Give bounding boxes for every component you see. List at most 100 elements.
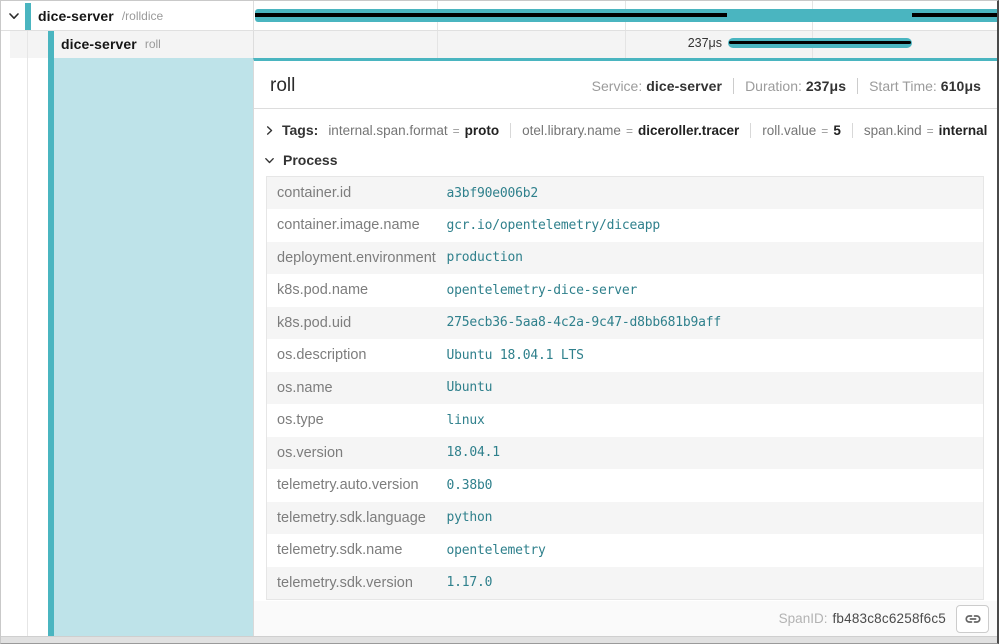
meta-value: dice-server bbox=[646, 78, 722, 94]
span-color-stripe-roll bbox=[48, 30, 54, 636]
process-key: k8s.pod.uid bbox=[267, 307, 447, 340]
span-color-stripe-rolldice bbox=[25, 3, 31, 30]
chevron-down-icon[interactable] bbox=[264, 155, 275, 166]
process-key: telemetry.sdk.name bbox=[267, 534, 447, 567]
process-table-row: telemetry.sdk.version 1.17.0 bbox=[267, 567, 984, 600]
meta-item: Duration:237μs bbox=[733, 78, 846, 94]
tag-value: 5 bbox=[833, 123, 841, 138]
span-row-roll[interactable]: dice-server roll bbox=[1, 30, 253, 58]
process-key: telemetry.auto.version bbox=[267, 469, 447, 502]
meta-item: Start Time:610μs bbox=[857, 78, 981, 94]
tag-item: otel.library.name = diceroller.tracer bbox=[510, 123, 739, 138]
span-title: roll bbox=[270, 75, 295, 97]
chevron-down-icon[interactable] bbox=[8, 10, 20, 22]
process-value: 0.38b0 bbox=[447, 469, 984, 502]
process-table-row: os.description Ubuntu 18.04.1 LTS bbox=[267, 339, 984, 372]
process-table-row: os.type linux bbox=[267, 404, 984, 437]
span-service-name[interactable]: dice-server bbox=[38, 8, 114, 24]
tag-key: span.kind bbox=[864, 123, 922, 138]
process-value: opentelemetry bbox=[447, 534, 984, 567]
process-table-row: deployment.environment production bbox=[267, 242, 984, 275]
selected-span-subtree-shading bbox=[54, 58, 253, 636]
chevron-right-icon[interactable] bbox=[264, 125, 275, 136]
process-value: 1.17.0 bbox=[447, 567, 984, 600]
span-operation-name: /rolldice bbox=[122, 9, 163, 23]
process-key: os.type bbox=[267, 404, 447, 437]
span-bar-roll[interactable] bbox=[728, 38, 912, 48]
tags-list: internal.span.format = proto otel.library.… bbox=[328, 123, 987, 138]
trace-detail-window: dice-server /rolldice dice-server roll 2… bbox=[0, 0, 999, 644]
meta-value: 237μs bbox=[806, 78, 846, 94]
process-attributes-table: container.id a3bf90e006b2 container.imag… bbox=[266, 176, 984, 600]
process-table-row: container.image.name gcr.io/opentelemetr… bbox=[267, 209, 984, 242]
process-table-row: os.version 18.04.1 bbox=[267, 437, 984, 470]
process-value: 275ecb36-5aa8-4c2a-9c47-d8bb681b9aff bbox=[447, 307, 984, 340]
span-detail-panel: roll Service:dice-server Duration:237μs … bbox=[253, 58, 997, 636]
tag-value: internal bbox=[939, 123, 988, 138]
span-service-name[interactable]: dice-server bbox=[61, 36, 137, 52]
span-operation-name: roll bbox=[145, 37, 161, 51]
critical-path-segment bbox=[255, 13, 727, 17]
process-table-row: k8s.pod.name opentelemetry-dice-server bbox=[267, 274, 984, 307]
meta-label: Duration: bbox=[745, 78, 802, 94]
row-separator bbox=[1, 30, 997, 31]
critical-path-segment bbox=[912, 13, 997, 17]
tag-value: proto bbox=[465, 123, 500, 138]
span-detail-footer: SpanID: fb483c8c6258f6c5 bbox=[254, 601, 997, 636]
process-table-row: container.id a3bf90e006b2 bbox=[267, 177, 984, 210]
process-value: a3bf90e006b2 bbox=[447, 177, 984, 210]
tag-key: otel.library.name bbox=[522, 123, 621, 138]
span-bar-rolldice[interactable] bbox=[255, 9, 997, 22]
meta-label: Service: bbox=[592, 78, 643, 94]
meta-value: 610μs bbox=[941, 78, 981, 94]
bottom-scroll-track[interactable] bbox=[1, 636, 997, 643]
process-value: python bbox=[447, 502, 984, 535]
deep-link-button[interactable] bbox=[956, 605, 989, 633]
process-table-row: os.name Ubuntu bbox=[267, 372, 984, 405]
critical-path-segment bbox=[729, 41, 911, 44]
process-key: deployment.environment bbox=[267, 242, 447, 275]
process-key: telemetry.sdk.language bbox=[267, 502, 447, 535]
process-value: Ubuntu bbox=[447, 372, 984, 405]
process-key: container.image.name bbox=[267, 209, 447, 242]
process-table-row: k8s.pod.uid 275ecb36-5aa8-4c2a-9c47-d8bb… bbox=[267, 307, 984, 340]
tree-guide-line bbox=[27, 30, 28, 636]
span-duration-label: 237μs bbox=[688, 36, 722, 50]
span-name-panel: dice-server /rolldice dice-server roll bbox=[1, 1, 253, 643]
process-section-toggle[interactable]: Process bbox=[264, 149, 987, 171]
process-value: production bbox=[447, 242, 984, 275]
span-detail-header: roll Service:dice-server Duration:237μs … bbox=[254, 61, 997, 109]
process-key: os.name bbox=[267, 372, 447, 405]
meta-label: Start Time: bbox=[869, 78, 937, 94]
tag-value: diceroller.tracer bbox=[638, 123, 739, 138]
process-value: Ubuntu 18.04.1 LTS bbox=[447, 339, 984, 372]
link-icon bbox=[964, 610, 982, 628]
tag-item: span.kind = internal bbox=[852, 123, 988, 138]
tags-section-toggle[interactable]: Tags: internal.span.format=proto otel.li… bbox=[264, 117, 987, 143]
span-row-rolldice[interactable]: dice-server /rolldice bbox=[1, 1, 253, 30]
spanid-label: SpanID: bbox=[779, 611, 828, 626]
process-value: gcr.io/opentelemetry/diceapp bbox=[447, 209, 984, 242]
tag-key: roll.value bbox=[762, 123, 816, 138]
tag-equals: = bbox=[927, 124, 934, 138]
process-key: telemetry.sdk.version bbox=[267, 567, 447, 600]
tag-key: internal.span.format bbox=[328, 123, 447, 138]
process-value: 18.04.1 bbox=[447, 437, 984, 470]
tag-item: internal.span.format = proto bbox=[328, 123, 499, 138]
process-key: os.version bbox=[267, 437, 447, 470]
process-key: os.description bbox=[267, 339, 447, 372]
process-table-row: telemetry.sdk.name opentelemetry bbox=[267, 534, 984, 567]
tag-equals: = bbox=[821, 124, 828, 138]
process-key: k8s.pod.name bbox=[267, 274, 447, 307]
meta-item: Service:dice-server bbox=[592, 78, 722, 94]
tag-equals: = bbox=[453, 124, 460, 138]
process-header-label: Process bbox=[283, 152, 337, 168]
process-table-row: telemetry.auto.version 0.38b0 bbox=[267, 469, 984, 502]
process-key: container.id bbox=[267, 177, 447, 210]
tag-item: roll.value = 5 bbox=[750, 123, 841, 138]
spanid-value: fb483c8c6258f6c5 bbox=[832, 611, 946, 626]
process-table-row: telemetry.sdk.language python bbox=[267, 502, 984, 535]
span-meta: Service:dice-server Duration:237μs Start… bbox=[592, 78, 981, 94]
process-value: opentelemetry-dice-server bbox=[447, 274, 984, 307]
tag-equals: = bbox=[626, 124, 633, 138]
